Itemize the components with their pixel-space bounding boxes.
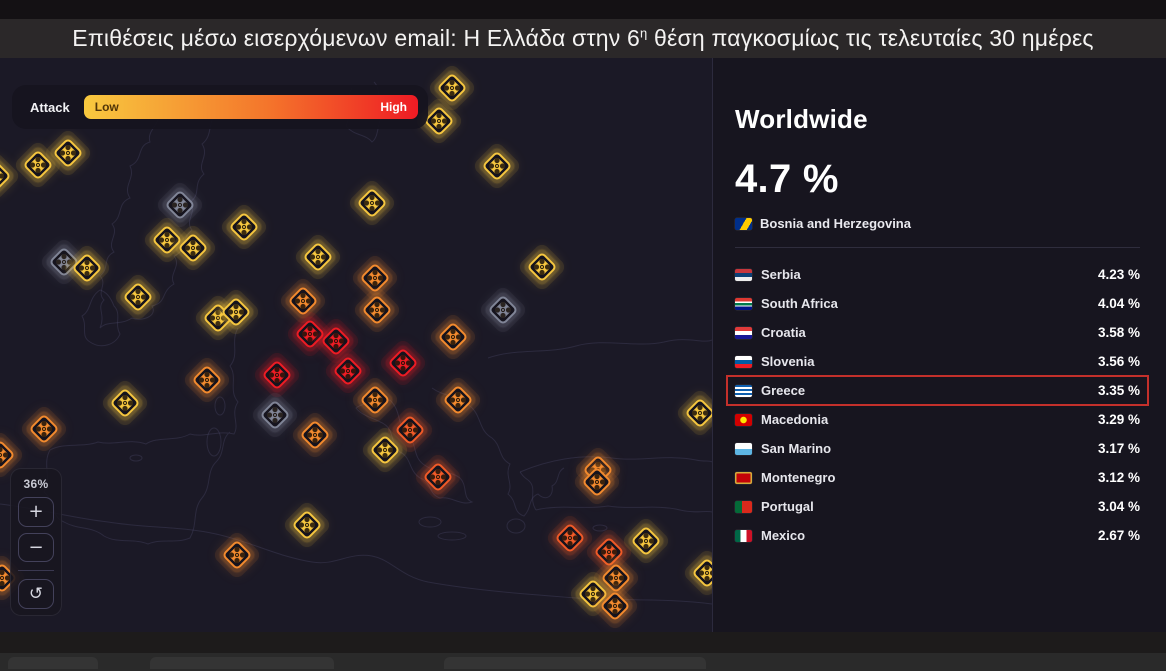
- panel-title: Worldwide: [735, 104, 1140, 135]
- attack-marker-yellow[interactable]: [362, 427, 408, 473]
- taskbar-item[interactable]: [444, 657, 706, 669]
- country-value: 3.35 %: [1098, 383, 1140, 398]
- attack-marker-yellow[interactable]: [221, 204, 267, 250]
- country-name: Portugal: [761, 499, 1098, 514]
- country-value: 4.04 %: [1098, 296, 1140, 311]
- attack-marker-orange[interactable]: [592, 583, 638, 629]
- south-africa-flag-icon: [735, 298, 752, 310]
- attack-marker-yellow[interactable]: [115, 274, 161, 320]
- attack-marker-orange[interactable]: [292, 412, 338, 458]
- selected-country[interactable]: Bosnia and Herzegovina: [735, 216, 1140, 231]
- page-title: Επιθέσεις μέσω εισερχόμενων email: Η Ελλ…: [0, 25, 1166, 52]
- reset-view-button[interactable]: ↺: [18, 579, 54, 609]
- legend-high-label: High: [380, 100, 407, 114]
- country-ranking-list: Serbia4.23 %South Africa4.04 %Croatia3.5…: [727, 260, 1148, 550]
- taskbar: [0, 653, 1166, 671]
- panel-list-divider: [735, 247, 1140, 248]
- country-value: 2.67 %: [1098, 528, 1140, 543]
- country-value: 3.17 %: [1098, 441, 1140, 456]
- country-row-macedonia[interactable]: Macedonia3.29 %: [727, 405, 1148, 434]
- country-row-san-marino[interactable]: San Marino3.17 %: [727, 434, 1148, 463]
- montenegro-flag-icon: [735, 472, 752, 484]
- worldwide-value: 4.7 %: [735, 157, 1140, 202]
- country-row-serbia[interactable]: Serbia4.23 %: [727, 260, 1148, 289]
- bottom-strip: [0, 632, 1166, 653]
- attack-marker-yellow[interactable]: [684, 550, 712, 596]
- attack-marker-orange[interactable]: [21, 406, 67, 452]
- country-row-mexico[interactable]: Mexico2.67 %: [727, 521, 1148, 550]
- serbia-flag-icon: [735, 269, 752, 281]
- attack-marker-orange[interactable]: [354, 287, 400, 333]
- attack-marker-yellow[interactable]: [295, 234, 341, 280]
- country-name: South Africa: [761, 296, 1098, 311]
- country-value: 3.12 %: [1098, 470, 1140, 485]
- country-name: Montenegro: [761, 470, 1098, 485]
- taskbar-item[interactable]: [150, 657, 334, 669]
- country-name: Serbia: [761, 267, 1098, 282]
- attack-marker-yellow[interactable]: [677, 390, 712, 436]
- zoom-controls-divider: [18, 570, 54, 571]
- title-bar: Επιθέσεις μέσω εισερχόμενων email: Η Ελλ…: [0, 0, 1166, 58]
- attack-map[interactable]: Attack Low High 36% + − ↺: [0, 58, 712, 632]
- country-name: Greece: [761, 383, 1098, 398]
- macedonia-flag-icon: [735, 414, 752, 426]
- croatia-flag-icon: [735, 327, 752, 339]
- attack-marker-yellow[interactable]: [349, 180, 395, 226]
- attack-marker-orange[interactable]: [430, 314, 476, 360]
- attack-marker-orangered[interactable]: [415, 454, 461, 500]
- country-row-south-africa[interactable]: South Africa4.04 %: [727, 289, 1148, 318]
- attack-marker-yellow[interactable]: [45, 130, 91, 176]
- attack-legend: Attack Low High: [12, 85, 428, 129]
- attack-marker-yellow[interactable]: [0, 153, 19, 199]
- attack-marker-orange[interactable]: [435, 377, 481, 423]
- stats-panel: Worldwide 4.7 % Bosnia and Herzegovina S…: [713, 58, 1166, 632]
- attack-marker-yellow[interactable]: [213, 289, 259, 335]
- country-value: 3.56 %: [1098, 354, 1140, 369]
- portugal-flag-icon: [735, 501, 752, 513]
- country-name: Croatia: [761, 325, 1098, 340]
- attack-marker-orange[interactable]: [574, 459, 620, 505]
- selected-country-name: Bosnia and Herzegovina: [760, 216, 911, 231]
- mexico-flag-icon: [735, 530, 752, 542]
- attack-marker-yellow[interactable]: [284, 502, 330, 548]
- slovenia-flag-icon: [735, 356, 752, 368]
- taskbar-item[interactable]: [8, 657, 98, 669]
- attack-marker-yellow[interactable]: [102, 380, 148, 426]
- attack-marker-yellow[interactable]: [170, 225, 216, 271]
- country-value: 3.29 %: [1098, 412, 1140, 427]
- attack-marker-orange[interactable]: [214, 532, 260, 578]
- country-name: Macedonia: [761, 412, 1098, 427]
- legend-low-label: Low: [95, 100, 119, 114]
- country-name: Mexico: [761, 528, 1098, 543]
- zoom-level: 36%: [24, 477, 49, 491]
- country-row-portugal[interactable]: Portugal3.04 %: [727, 492, 1148, 521]
- bosnia-flag-icon: [735, 218, 752, 230]
- attack-marker-yellow[interactable]: [64, 245, 110, 291]
- legend-label: Attack: [30, 100, 70, 115]
- threat-map-window: Επιθέσεις μέσω εισερχόμενων email: Η Ελλ…: [0, 0, 1166, 671]
- attack-marker-yellow[interactable]: [519, 244, 565, 290]
- country-name: Slovenia: [761, 354, 1098, 369]
- country-row-slovenia[interactable]: Slovenia3.56 %: [727, 347, 1148, 376]
- country-name: San Marino: [761, 441, 1098, 456]
- country-row-greece[interactable]: Greece3.35 %: [727, 376, 1148, 405]
- attack-marker-yellow[interactable]: [474, 143, 520, 189]
- country-row-montenegro[interactable]: Montenegro3.12 %: [727, 463, 1148, 492]
- country-value: 4.23 %: [1098, 267, 1140, 282]
- legend-gradient-bar: Low High: [84, 95, 418, 119]
- attack-marker-gray[interactable]: [480, 287, 526, 333]
- san-marino-flag-icon: [735, 443, 752, 455]
- zoom-in-button[interactable]: +: [18, 497, 54, 527]
- zoom-controls: 36% + − ↺: [10, 468, 62, 616]
- zoom-out-button[interactable]: −: [18, 533, 54, 563]
- attack-marker-orange[interactable]: [184, 357, 230, 403]
- country-value: 3.04 %: [1098, 499, 1140, 514]
- greece-flag-icon: [735, 385, 752, 397]
- country-value: 3.58 %: [1098, 325, 1140, 340]
- country-row-croatia[interactable]: Croatia3.58 %: [727, 318, 1148, 347]
